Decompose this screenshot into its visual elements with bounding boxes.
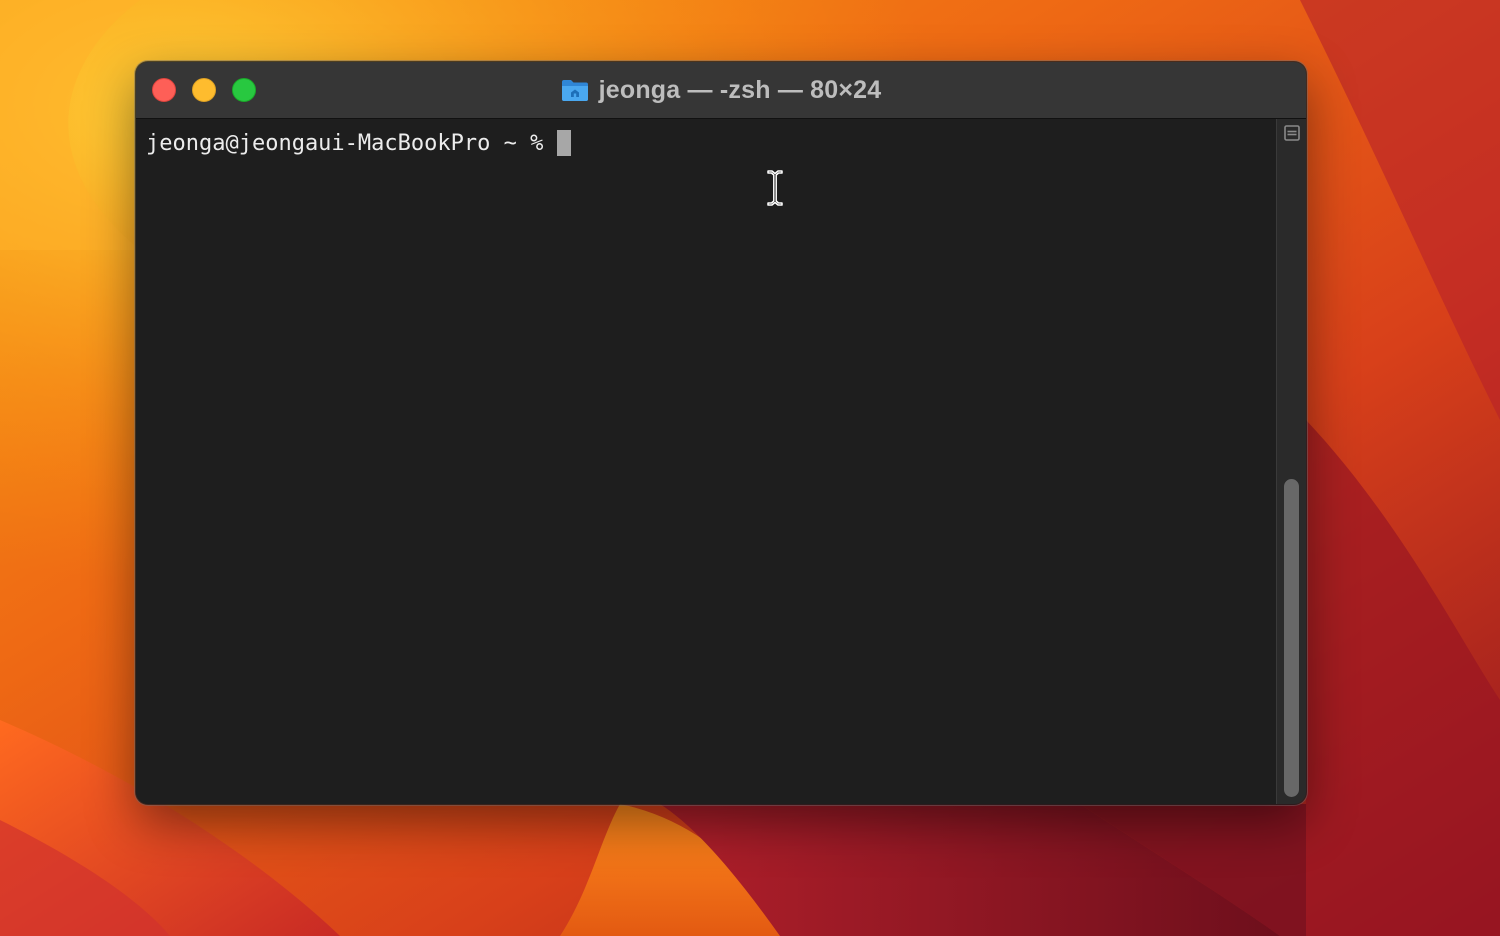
scrollbar-track[interactable] xyxy=(1276,119,1306,804)
folder-icon xyxy=(561,80,588,101)
prompt-line: jeonga@jeongaui-MacBookPro ~ % xyxy=(146,127,572,159)
text-cursor xyxy=(557,130,572,156)
scrollbar-thumb[interactable] xyxy=(1284,479,1299,797)
window-titlebar[interactable]: jeonga — -zsh — 80×24 xyxy=(136,62,1306,119)
text-ibeam-cursor-icon xyxy=(767,170,783,206)
shell-prompt: jeonga@jeongaui-MacBookPro ~ % xyxy=(146,130,544,156)
terminal-content-area[interactable]: jeonga@jeongaui-MacBookPro ~ % xyxy=(136,119,1276,804)
split-pane-icon[interactable] xyxy=(1284,125,1300,141)
terminal-window[interactable]: jeonga — -zsh — 80×24 jeonga@jeongaui-Ma… xyxy=(136,62,1306,804)
window-title-group: jeonga — -zsh — 80×24 xyxy=(136,62,1306,118)
window-title: jeonga — -zsh — 80×24 xyxy=(598,75,882,104)
